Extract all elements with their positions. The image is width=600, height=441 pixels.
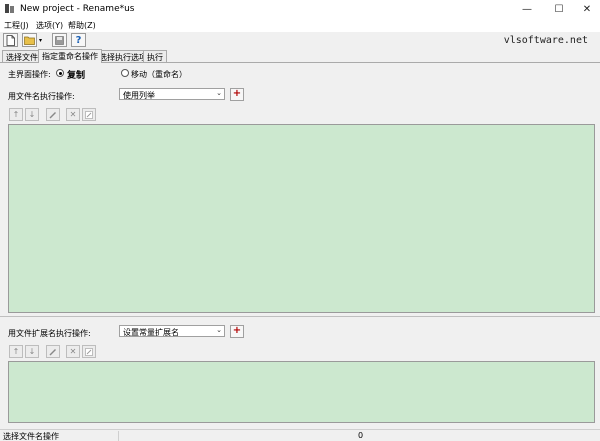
tab-strip: 选择文件 指定重命名操作 选择执行选项 执行 <box>0 49 600 63</box>
edit-button[interactable] <box>46 108 60 121</box>
splitter[interactable] <box>0 316 600 317</box>
menu-bar: 工程(J) 选项(Y) 帮助(Z) <box>0 18 600 32</box>
add-filename-op-button[interactable]: + <box>230 88 244 101</box>
app-icon <box>5 4 14 13</box>
plus-icon: + <box>232 88 242 99</box>
filename-ops-label: 用文件名执行操作: <box>8 92 75 101</box>
menu-help[interactable]: 帮助(Z) <box>68 20 96 31</box>
ext-edit-button[interactable] <box>46 345 60 358</box>
ext-move-up-button[interactable]: ↑ <box>9 345 23 358</box>
open-folder-icon <box>24 36 35 45</box>
new-project-button[interactable] <box>3 33 18 47</box>
delete-icon: ✕ <box>69 110 77 119</box>
main-op-label: 主界面操作: <box>8 70 51 79</box>
move-down-icon: ↓ <box>28 110 36 119</box>
move-radio[interactable] <box>121 69 129 77</box>
save-icon <box>55 35 64 45</box>
status-divider <box>118 431 119 441</box>
edit-icon <box>49 348 56 355</box>
tab-rename-operations[interactable]: 指定重命名操作 <box>38 49 102 63</box>
delete-icon: ✕ <box>69 347 77 356</box>
move-down-icon: ↓ <box>28 347 36 356</box>
tab-execute[interactable]: 执行 <box>143 50 167 62</box>
move-down-button[interactable]: ↓ <box>25 108 39 121</box>
copy-radio[interactable] <box>56 69 64 77</box>
move-radio-label[interactable]: 移动（重命名） <box>131 69 187 80</box>
ext-edit-doc-button[interactable] <box>82 345 96 358</box>
vendor-label: vlsoftware.net <box>503 35 588 46</box>
tab-label: 执行 <box>147 53 163 62</box>
toolbar: ▾ ? vlsoftware.net <box>0 32 600 49</box>
ext-move-down-button[interactable]: ↓ <box>25 345 39 358</box>
ext-ops-label: 用文件扩展名执行操作: <box>8 329 91 338</box>
minimize-icon: — <box>522 3 532 15</box>
edit-doc-button[interactable] <box>82 108 96 121</box>
add-ext-op-button[interactable]: + <box>230 325 244 338</box>
tab-label: 指定重命名操作 <box>42 52 98 61</box>
filename-op-select[interactable]: 使用列举 ⌄ <box>119 88 225 100</box>
move-up-icon: ↑ <box>12 347 20 356</box>
minimize-button[interactable]: — <box>512 0 542 18</box>
menu-options[interactable]: 选项(Y) <box>36 20 63 31</box>
ext-op-select[interactable]: 设置常量扩展名 ⌄ <box>119 325 225 337</box>
chevron-down-icon: ▾ <box>38 36 42 44</box>
edit-icon <box>49 111 56 118</box>
open-project-button[interactable] <box>22 33 37 47</box>
ext-delete-button[interactable]: ✕ <box>66 345 80 358</box>
copy-radio-label[interactable]: 复制 <box>67 68 85 81</box>
tab-select-files[interactable]: 选择文件 <box>2 50 42 62</box>
close-icon: ✕ <box>582 3 592 15</box>
help-icon: ? <box>75 34 82 46</box>
ext-op-value: 设置常量扩展名 <box>123 328 179 337</box>
chevron-down-icon: ⌄ <box>216 89 222 97</box>
tab-label: 选择执行选项 <box>99 53 147 62</box>
new-file-icon <box>6 34 15 46</box>
move-up-button[interactable]: ↑ <box>9 108 23 121</box>
plus-icon: + <box>232 325 242 336</box>
delete-button[interactable]: ✕ <box>66 108 80 121</box>
status-message: 选择文件名操作 <box>3 432 59 441</box>
edit-doc-icon <box>85 110 93 119</box>
filename-ops-list[interactable] <box>8 124 595 313</box>
window-title: New project - Rename*us <box>20 4 135 14</box>
chevron-down-icon: ⌄ <box>216 326 222 334</box>
maximize-icon: ☐ <box>554 3 564 15</box>
move-up-icon: ↑ <box>12 110 20 119</box>
status-count: 0 <box>358 431 364 440</box>
filename-op-value: 使用列举 <box>123 91 155 100</box>
title-bar: New project - Rename*us — ☐ ✕ <box>0 0 600 18</box>
menu-project[interactable]: 工程(J) <box>4 20 29 31</box>
tab-label: 选择文件 <box>6 53 38 62</box>
edit-doc-icon <box>85 347 93 356</box>
status-bar: 选择文件名操作 0 <box>0 429 600 441</box>
ext-ops-list[interactable] <box>8 361 595 423</box>
open-recent-dropdown[interactable]: ▾ <box>37 33 44 47</box>
close-button[interactable]: ✕ <box>572 0 600 18</box>
maximize-button[interactable]: ☐ <box>544 0 574 18</box>
save-project-button[interactable] <box>52 33 67 47</box>
help-button[interactable]: ? <box>71 33 86 47</box>
